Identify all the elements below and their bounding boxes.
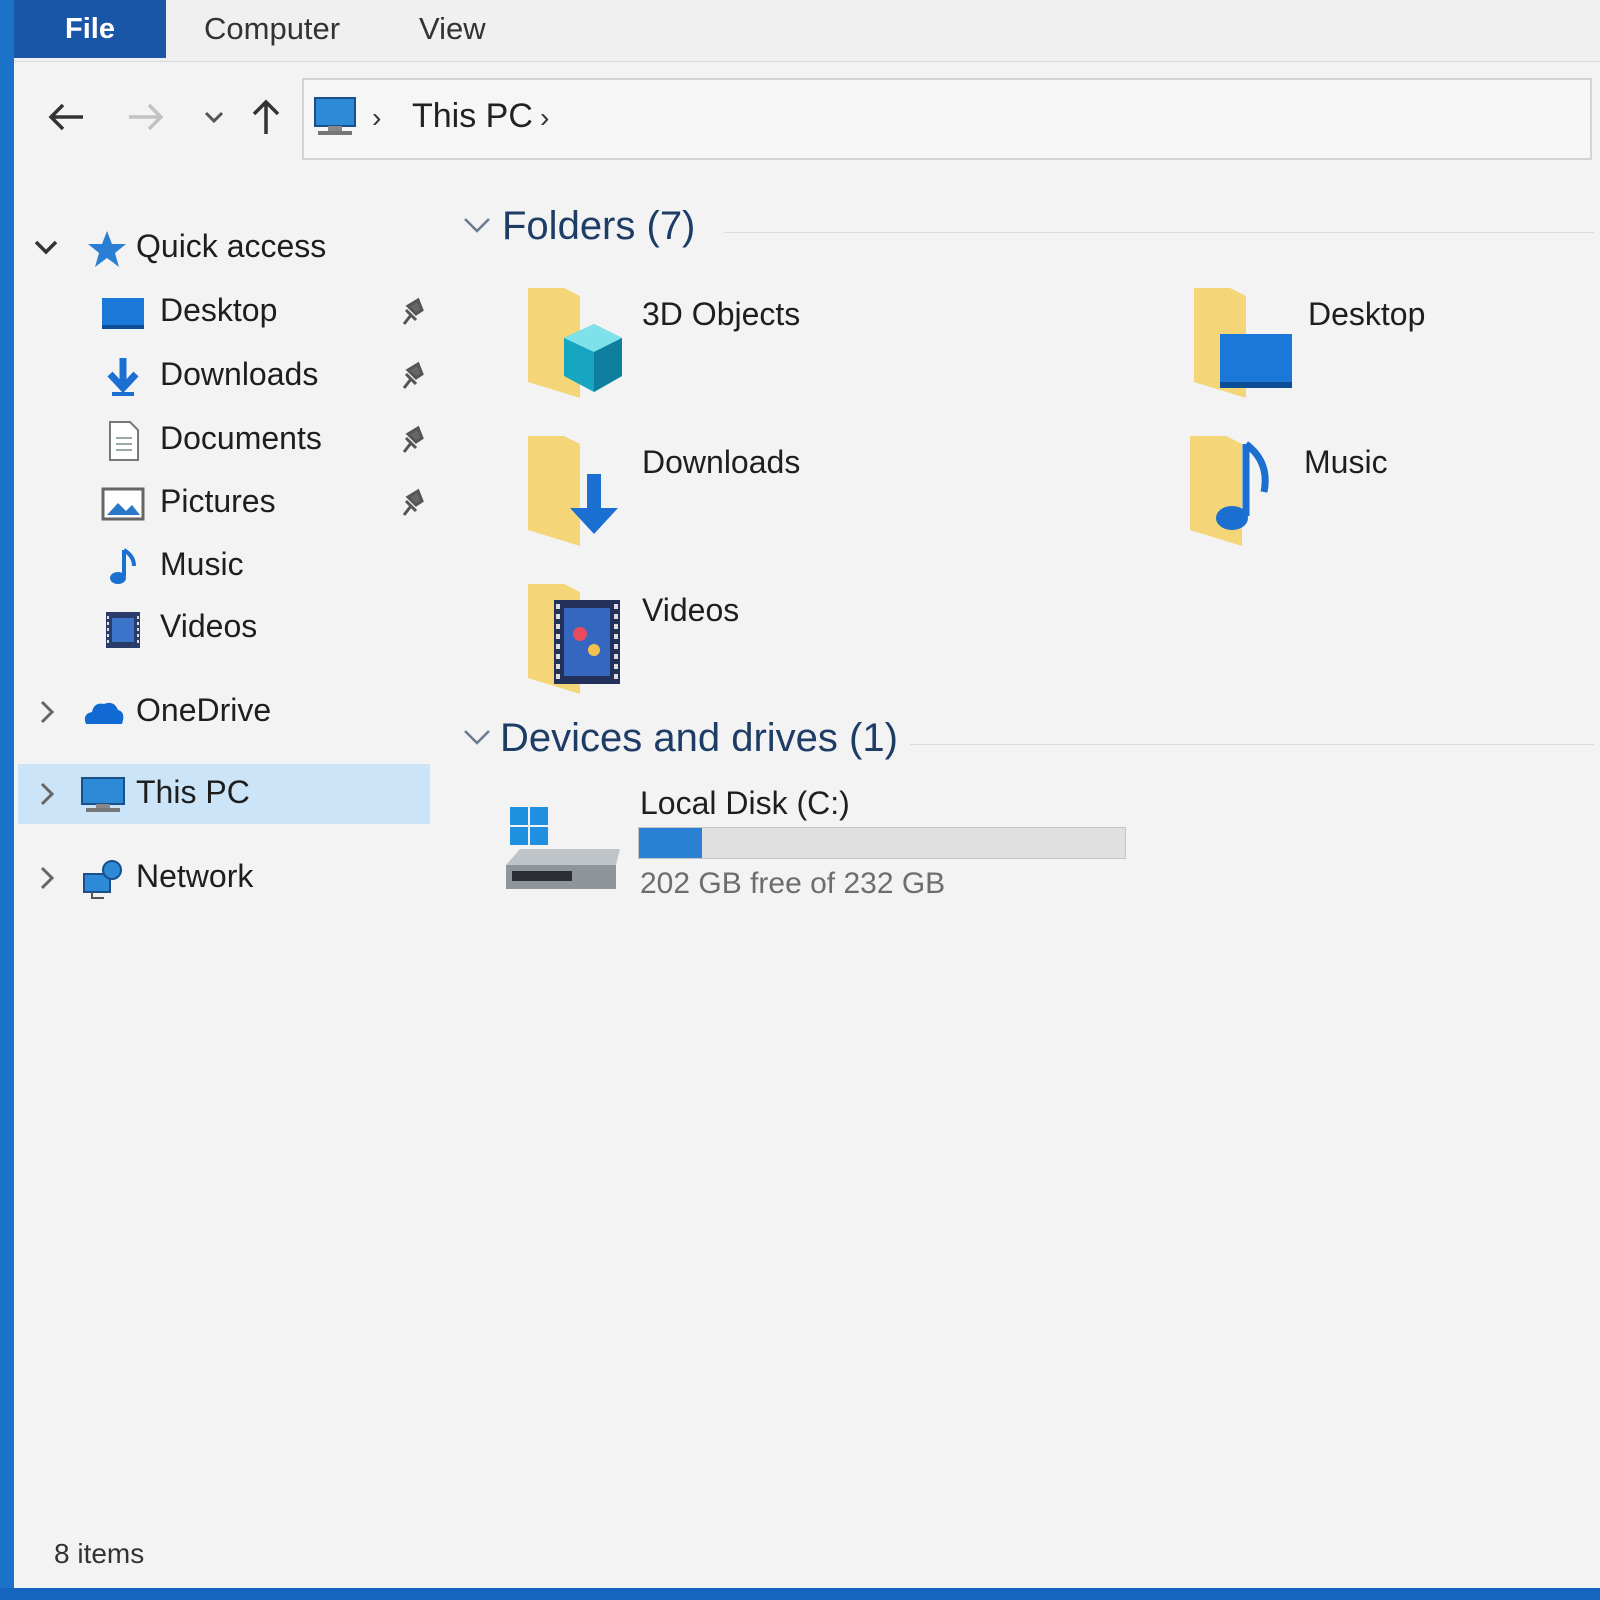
videos-folder-icon bbox=[528, 584, 620, 694]
devices-group-header[interactable]: Devices and drives (1) bbox=[444, 716, 1594, 766]
sidebar-item-label: Videos bbox=[160, 608, 258, 644]
folder-label: 3D Objects bbox=[642, 296, 801, 332]
sidebar-item-documents[interactable]: Documents bbox=[14, 410, 434, 470]
folder-label: Downloads bbox=[642, 444, 801, 480]
documents-icon bbox=[109, 421, 139, 461]
videos-icon bbox=[106, 612, 140, 648]
file-explorer-window: File Computer View › This PC › Quick acc… bbox=[14, 0, 1600, 1588]
sidebar-item-downloads[interactable]: Downloads bbox=[14, 346, 434, 406]
folder-label: Music bbox=[1304, 444, 1388, 480]
chevron-right-icon[interactable] bbox=[32, 860, 60, 896]
star-icon bbox=[88, 231, 126, 267]
tab-file[interactable]: File bbox=[14, 0, 166, 58]
content-pane: Folders (7) 3D Objects Desktop Downloads bbox=[444, 170, 1594, 1530]
desktop-icon bbox=[102, 298, 144, 329]
pictures-icon bbox=[101, 487, 145, 521]
sidebar-item-network[interactable]: Network bbox=[14, 848, 434, 908]
item-count: 8 items bbox=[54, 1538, 145, 1569]
up-arrow-icon bbox=[252, 99, 280, 134]
sidebar-item-label: Desktop bbox=[160, 292, 278, 328]
breadcrumb-separator[interactable]: › bbox=[372, 102, 381, 134]
downloads-folder-icon bbox=[528, 436, 618, 546]
sidebar-item-label: This PC bbox=[136, 774, 250, 810]
sidebar-item-onedrive[interactable]: OneDrive bbox=[14, 682, 434, 742]
chevron-down-icon bbox=[204, 111, 224, 124]
ribbon: File Computer View bbox=[14, 0, 1600, 62]
drive-free-space: 202 GB free of 232 GB bbox=[640, 867, 946, 900]
desktop-background-strip bbox=[0, 1588, 1600, 1600]
breadcrumb-separator[interactable]: › bbox=[540, 102, 549, 134]
folder-music[interactable]: Music bbox=[1186, 430, 1600, 550]
up-button[interactable] bbox=[244, 92, 288, 142]
chevron-down-icon[interactable] bbox=[462, 722, 492, 752]
folders-heading: Folders (7) bbox=[502, 204, 696, 248]
tab-computer[interactable]: Computer bbox=[204, 0, 340, 58]
recent-locations-button[interactable] bbox=[192, 92, 236, 142]
folder-label: Videos bbox=[642, 592, 740, 628]
folder-desktop[interactable]: Desktop bbox=[1190, 282, 1600, 402]
drive-name: Local Disk (C:) bbox=[640, 785, 850, 821]
chevron-right-icon[interactable] bbox=[32, 694, 60, 730]
desktop-folder-icon bbox=[1194, 288, 1292, 398]
hard-drive-icon bbox=[506, 807, 620, 889]
network-icon bbox=[83, 860, 122, 899]
forward-arrow-icon bbox=[129, 103, 164, 131]
status-bar: 8 items bbox=[14, 1518, 1600, 1588]
sidebar-item-videos[interactable]: Videos bbox=[14, 598, 434, 658]
folder-videos[interactable]: Videos bbox=[524, 578, 1124, 698]
forward-button[interactable] bbox=[124, 92, 168, 142]
pin-icon[interactable] bbox=[398, 487, 426, 519]
sidebar-item-label: Music bbox=[160, 546, 244, 582]
sidebar-item-desktop[interactable]: Desktop bbox=[14, 282, 434, 342]
navigation-pane: Quick access Desktop Downloads Documents… bbox=[14, 170, 434, 1530]
music-folder-icon bbox=[1190, 436, 1269, 546]
navigation-bar: › This PC › bbox=[14, 62, 1600, 170]
drive-usage-fill bbox=[639, 828, 703, 858]
3d-objects-folder-icon bbox=[528, 288, 622, 398]
folder-downloads[interactable]: Downloads bbox=[524, 430, 1124, 550]
sidebar-item-label: Documents bbox=[160, 420, 322, 456]
chevron-down-icon[interactable] bbox=[32, 230, 60, 266]
this-pc-icon bbox=[81, 777, 125, 812]
sidebar-item-label: Pictures bbox=[160, 483, 276, 519]
sidebar-item-pictures[interactable]: Pictures bbox=[14, 473, 434, 533]
onedrive-icon bbox=[84, 702, 124, 724]
folder-label: Desktop bbox=[1308, 296, 1426, 332]
address-bar[interactable]: › This PC › bbox=[302, 78, 1592, 160]
sidebar-item-label: Network bbox=[136, 858, 254, 894]
folder-3d-objects[interactable]: 3D Objects bbox=[524, 282, 1124, 402]
sidebar-item-music[interactable]: Music bbox=[14, 536, 434, 596]
sidebar-item-label: OneDrive bbox=[136, 692, 272, 728]
back-button[interactable] bbox=[44, 92, 88, 142]
devices-heading: Devices and drives (1) bbox=[500, 716, 898, 760]
drive-local-disk-c[interactable]: Local Disk (C:) 202 GB free of 232 GB bbox=[484, 775, 1184, 905]
chevron-right-icon[interactable] bbox=[32, 776, 60, 812]
pin-icon[interactable] bbox=[398, 424, 426, 456]
back-arrow-icon bbox=[48, 103, 83, 131]
folders-group-header[interactable]: Folders (7) bbox=[444, 204, 1594, 254]
sidebar-item-this-pc[interactable]: This PC bbox=[18, 764, 430, 824]
downloads-icon bbox=[107, 358, 139, 396]
pin-icon[interactable] bbox=[398, 296, 426, 328]
this-pc-icon bbox=[314, 97, 356, 135]
tab-view[interactable]: View bbox=[419, 0, 486, 58]
chevron-down-icon[interactable] bbox=[462, 210, 492, 240]
drive-usage-bar bbox=[638, 827, 1126, 859]
sidebar-item-label: Downloads bbox=[160, 356, 319, 392]
breadcrumb-this-pc[interactable]: This PC bbox=[412, 97, 533, 136]
sidebar-item-label: Quick access bbox=[136, 228, 327, 264]
sidebar-item-quick-access[interactable]: Quick access bbox=[14, 218, 434, 278]
group-divider bbox=[724, 232, 1594, 233]
pin-icon[interactable] bbox=[398, 360, 426, 392]
group-divider bbox=[910, 744, 1594, 745]
music-icon bbox=[110, 548, 136, 584]
